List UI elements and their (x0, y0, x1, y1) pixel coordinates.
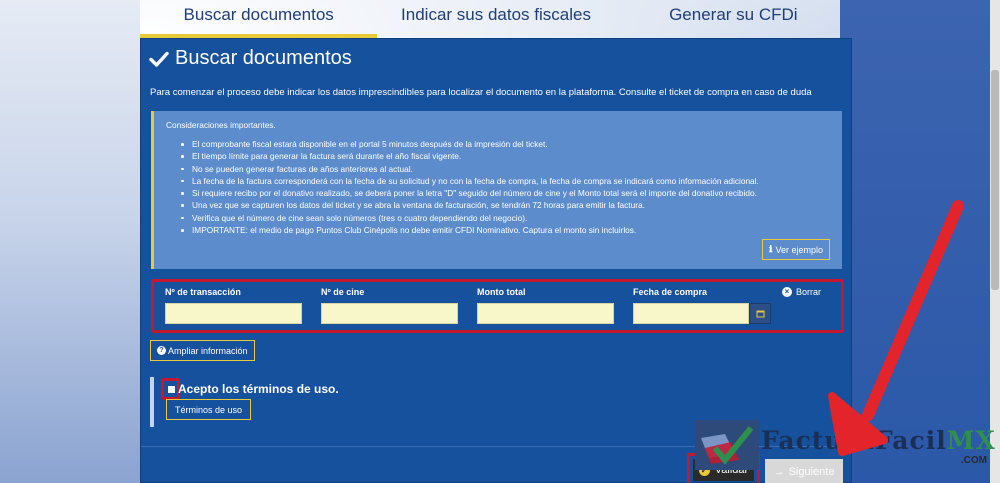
borrar-button[interactable]: × Borrar (782, 287, 821, 297)
question-icon: ? (157, 346, 166, 355)
list-item: Verifica que el número de cine sean solo… (181, 212, 830, 224)
list-item: La fecha de la factura corresponderá con… (181, 175, 830, 187)
fecha-label: Fecha de compra (633, 287, 708, 297)
watermark-logo: FacturaFacilMX .COM (695, 420, 995, 470)
cine-field-group: Nº de cine (321, 287, 458, 324)
scrollbar[interactable] (990, 0, 1000, 483)
list-item: Si requiere recibo por el donativo reali… (181, 187, 830, 199)
close-circle-icon: × (782, 287, 792, 297)
search-fields-row: Nº de transacción Nº de cine Monto total… (151, 279, 844, 333)
monto-input[interactable] (477, 303, 614, 324)
logo-text-mx: MX (946, 426, 996, 455)
ampliar-label: Ampliar información (168, 345, 248, 356)
cine-label: Nº de cine (321, 287, 365, 297)
transaccion-label: Nº de transacción (165, 287, 241, 297)
cine-input[interactable] (321, 303, 458, 324)
transaccion-input[interactable] (165, 303, 302, 324)
terminos-de-uso-button[interactable]: Términos de uso (166, 399, 252, 420)
info-icon: ℹ (769, 244, 773, 254)
fecha-input-group (633, 303, 771, 324)
scrollbar-thumb[interactable] (991, 70, 999, 290)
wizard-steps: Buscar documentos Indicar sus datos fisc… (140, 0, 852, 38)
logo-text-facil: Facil (874, 426, 947, 455)
considerations-box: Consideraciones importantes. El comproba… (151, 111, 842, 269)
right-background (840, 0, 1000, 483)
borrar-label: Borrar (796, 287, 822, 297)
ver-ejemplo-button[interactable]: ℹ Ver ejemplo (762, 239, 830, 260)
considerations-list: El comprobante fiscal estará disponible … (166, 138, 830, 236)
terms-checkbox[interactable] (168, 386, 175, 393)
search-panel: Buscar documentos Para comenzar el proce… (140, 38, 852, 483)
logo-text: FacturaFacilMX (761, 428, 996, 454)
list-item: No se pueden generar facturas de años an… (181, 163, 830, 175)
considerations-heading: Consideraciones importantes. (166, 120, 276, 130)
left-background (0, 0, 140, 483)
terms-accent-bar (150, 377, 154, 427)
list-item: Una vez que se capturen los datos del ti… (181, 199, 830, 211)
logo-mark (695, 420, 759, 470)
logo-text-factura: Factura (761, 426, 875, 455)
list-item: IMPORTANTE: el medio de pago Puntos Club… (181, 224, 830, 236)
checkmark-icon (149, 51, 169, 67)
list-item: El comprobante fiscal estará disponible … (181, 138, 830, 150)
step-buscar-documentos[interactable]: Buscar documentos (140, 0, 378, 38)
panel-title: Buscar documentos (149, 47, 352, 70)
step-datos-fiscales[interactable]: Indicar sus datos fiscales (377, 0, 614, 38)
transaccion-field-group: Nº de transacción (165, 287, 302, 324)
list-item: El tiempo límite para generar la factura… (181, 150, 830, 162)
terms-label: Acepto los términos de uso. (178, 382, 339, 396)
calendar-icon (756, 310, 764, 318)
panel-title-text: Buscar documentos (175, 47, 352, 69)
monto-label: Monto total (477, 287, 526, 297)
step-generar-cfdi[interactable]: Generar su CFDi (615, 0, 852, 38)
ver-ejemplo-label: Ver ejemplo (775, 244, 823, 255)
intro-text: Para comenzar el proceso debe indicar lo… (150, 87, 812, 98)
ampliar-informacion-button[interactable]: ? Ampliar información (150, 340, 255, 361)
logo-domain: .COM (960, 455, 987, 466)
monto-field-group: Monto total (477, 287, 614, 324)
logo-emblem-icon (695, 420, 759, 470)
calendar-button[interactable] (749, 303, 771, 324)
fecha-input[interactable] (633, 303, 749, 324)
fecha-field-group: Fecha de compra (633, 287, 771, 324)
